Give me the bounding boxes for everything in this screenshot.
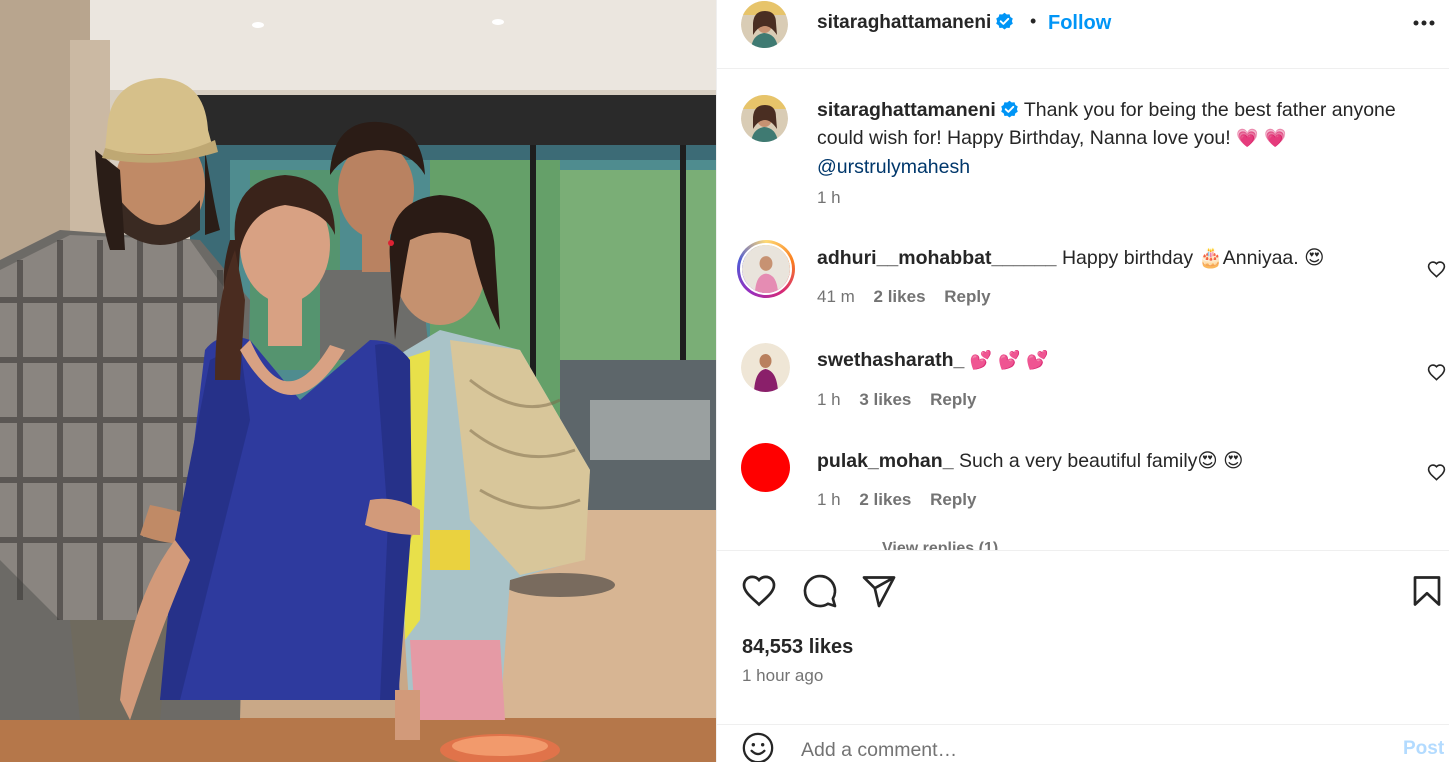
comment-username[interactable]: pulak_mohan_ (817, 450, 954, 472)
comment-meta: 1 h 3 likes Reply (817, 390, 990, 410)
comment-item: swethasharath_ 💕 💕 💕 1 h 3 likes Reply (717, 343, 1449, 433)
comment-timestamp[interactable]: 41 m (817, 287, 855, 306)
reply-button[interactable]: Reply (930, 490, 976, 509)
comment-avatar[interactable] (741, 343, 790, 392)
smiley-icon[interactable] (741, 731, 775, 762)
view-replies-button[interactable]: View replies (1) (882, 540, 998, 550)
comment-avatar[interactable] (737, 240, 795, 298)
comment-item: adhuri__mohabbat______ Happy birthday 🎂A… (717, 240, 1449, 330)
comment-body: 💕 💕 💕 (969, 350, 1049, 371)
reply-button[interactable]: Reply (930, 390, 976, 409)
verified-badge-icon (1001, 100, 1018, 118)
comment-body: Happy birthday 🎂Anniyaa. 😍 (1061, 247, 1325, 269)
caption-meta: 1 h (817, 188, 855, 208)
post-photo[interactable] (0, 0, 716, 762)
post-comment-button[interactable]: Post (1403, 738, 1444, 760)
post-caption: sitaraghattamaneni Thank you for being t… (817, 96, 1417, 181)
caption-username[interactable]: sitaraghattamaneni (817, 99, 996, 121)
comment-avatar-image (740, 243, 792, 295)
caption-timestamp[interactable]: 1 h (817, 188, 841, 207)
caption-avatar-image (741, 95, 788, 142)
author-username-text: sitaraghattamaneni (817, 12, 992, 33)
comment-likes[interactable]: 3 likes (859, 390, 911, 409)
post-time-ago[interactable]: 1 hour ago (742, 666, 823, 686)
comment-timestamp[interactable]: 1 h (817, 490, 841, 509)
post-header: sitaraghattamaneni • Follow (717, 0, 1449, 69)
header-separator: • (1030, 11, 1037, 31)
more-horizontal-icon[interactable] (1411, 13, 1441, 33)
comment-bubble-icon[interactable] (802, 573, 838, 609)
verified-badge-icon (996, 12, 1013, 30)
bookmark-icon[interactable] (1409, 573, 1445, 609)
author-username[interactable]: sitaraghattamaneni (817, 12, 1014, 34)
comments-section[interactable]: sitaraghattamaneni Thank you for being t… (717, 70, 1449, 550)
comment-avatar[interactable] (741, 443, 790, 492)
family-photo-image (0, 0, 716, 762)
comment-meta: 41 m 2 likes Reply (817, 287, 1005, 307)
author-avatar[interactable] (741, 1, 788, 48)
comment-timestamp[interactable]: 1 h (817, 390, 841, 409)
comment-username[interactable]: adhuri__mohabbat______ (817, 247, 1057, 269)
reply-button[interactable]: Reply (944, 287, 990, 306)
post-actions: 84,553 likes 1 hour ago Post (717, 550, 1449, 762)
comment-username[interactable]: swethasharath_ (817, 349, 964, 371)
heart-icon[interactable] (741, 573, 777, 609)
comment-avatar-image (741, 343, 790, 392)
comment-meta: 1 h 2 likes Reply (817, 490, 990, 510)
comment-composer: Post (717, 724, 1449, 762)
likes-count[interactable]: 84,553 likes (742, 636, 853, 659)
caption-author-avatar[interactable] (741, 95, 788, 142)
paper-plane-icon[interactable] (861, 573, 897, 609)
comment-likes[interactable]: 2 likes (874, 287, 926, 306)
comment-like-heart-icon[interactable] (1427, 463, 1446, 482)
comment-like-heart-icon[interactable] (1427, 260, 1446, 279)
author-avatar-image (741, 1, 788, 48)
comment-body: Such a very beautiful family😍 😍 (958, 450, 1244, 472)
caption-heart-emoji: 💗 💗 (1236, 128, 1287, 149)
follow-button[interactable]: Follow (1048, 12, 1111, 35)
comment-like-heart-icon[interactable] (1427, 363, 1446, 382)
comment-input[interactable] (801, 737, 1361, 762)
comment-text: adhuri__mohabbat______ Happy birthday 🎂A… (817, 246, 1324, 270)
comment-text: pulak_mohan_ Such a very beautiful famil… (817, 449, 1244, 473)
comment-likes[interactable]: 2 likes (859, 490, 911, 509)
caption-mention-link[interactable]: @urstrulymahesh (817, 156, 970, 178)
comment-text: swethasharath_ 💕 💕 💕 (817, 349, 1049, 372)
post-detail-panel: sitaraghattamaneni • Follow sitaraghatta… (716, 0, 1449, 762)
comment-item: pulak_mohan_ Such a very beautiful famil… (717, 443, 1449, 533)
